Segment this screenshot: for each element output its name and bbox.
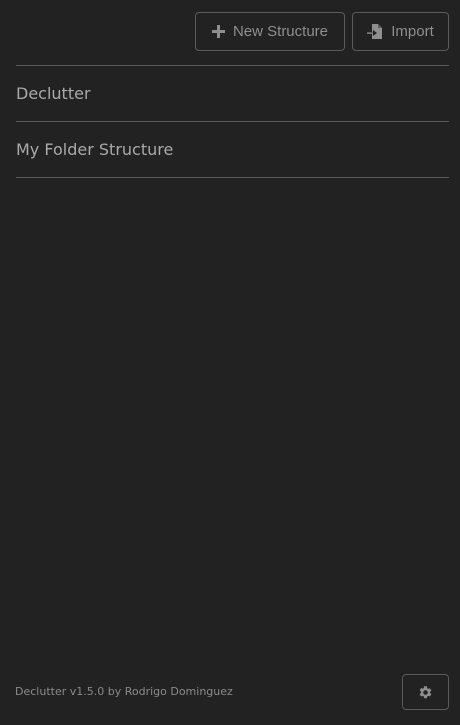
toolbar: New Structure Import <box>195 12 449 51</box>
version-credit: Declutter v1.5.0 by Rodrigo Dominguez <box>15 685 233 698</box>
new-structure-label: New Structure <box>232 23 329 40</box>
new-structure-button[interactable]: New Structure <box>195 12 345 51</box>
import-label: Import <box>391 23 434 40</box>
structure-name: Declutter <box>16 84 91 103</box>
settings-button[interactable] <box>402 674 449 710</box>
structure-list: Declutter My Folder Structure <box>16 65 449 178</box>
import-button[interactable]: Import <box>352 12 449 51</box>
gear-icon <box>418 685 433 700</box>
file-import-icon <box>367 23 383 40</box>
structure-name: My Folder Structure <box>16 140 174 159</box>
list-item[interactable]: My Folder Structure <box>16 122 449 178</box>
plus-icon <box>211 25 225 38</box>
list-item[interactable]: Declutter <box>16 66 449 122</box>
